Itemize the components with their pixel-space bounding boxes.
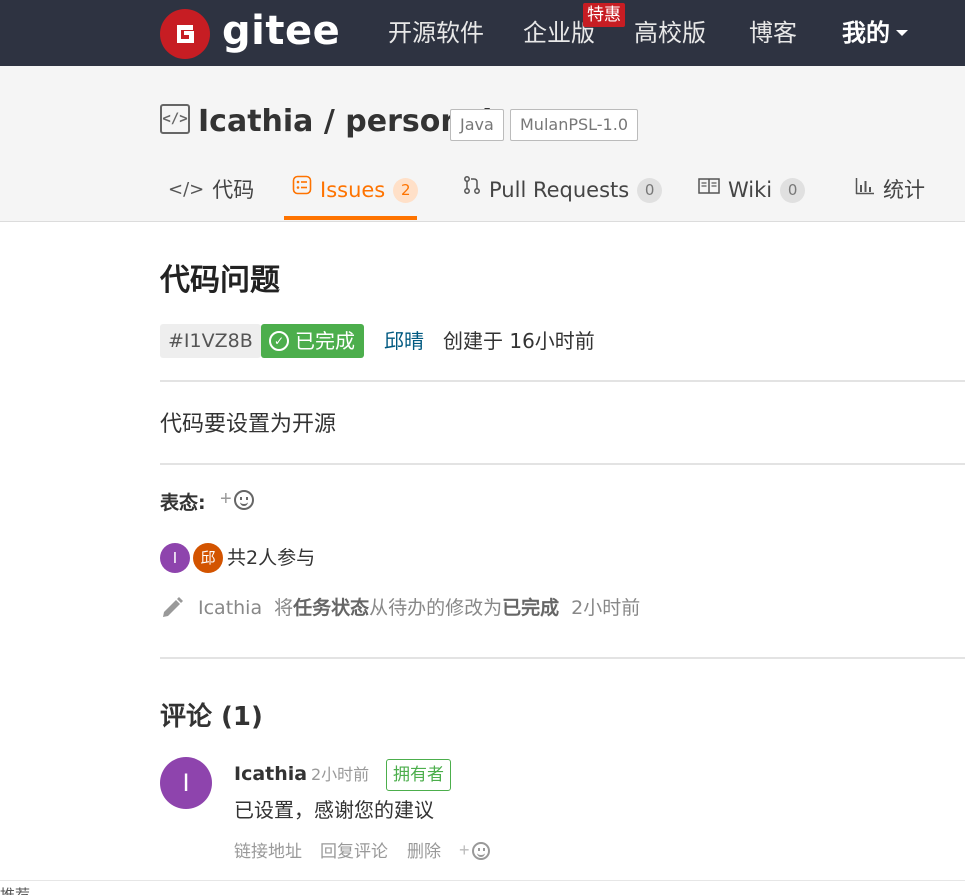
tab-pull-requests-label: Pull Requests <box>489 178 630 202</box>
issue-description: 代码要设置为开源 <box>160 412 337 437</box>
comment-author[interactable]: Icathia <box>234 760 307 788</box>
nav-mine-label: 我的 <box>842 19 890 47</box>
pencil-icon <box>163 597 183 617</box>
tab-stats[interactable]: 统计 <box>855 174 925 206</box>
activity-log-entry: Icathia 将任务状态从待办的修改为已完成 2小时前 <box>198 593 640 623</box>
divider <box>160 380 965 382</box>
comment-avatar[interactable]: I <box>160 757 212 809</box>
tab-issues-label: Issues <box>320 178 386 202</box>
divider <box>160 463 965 465</box>
tab-code-label: 代码 <box>212 178 255 202</box>
issue-title: 代码问题 <box>160 263 280 298</box>
activity-new-value: 已完成 <box>502 597 560 619</box>
repo-title[interactable]: Icathia / personal <box>198 102 492 142</box>
activity-time: 2小时前 <box>571 597 641 619</box>
activity-user[interactable]: Icathia <box>198 597 262 619</box>
active-tab-indicator <box>284 216 417 220</box>
smile-icon <box>471 841 490 860</box>
issues-count-badge: 2 <box>393 177 419 203</box>
comment-body: 已设置，感谢您的建议 <box>234 798 434 822</box>
smile-icon <box>233 489 254 510</box>
bar-chart-icon <box>855 174 875 206</box>
activity-middle: 从待办的修改为 <box>369 597 503 619</box>
issue-id: #I1VZ8B <box>160 324 261 358</box>
issue-author-link[interactable]: 邱晴 <box>384 326 424 356</box>
gitee-logo[interactable]: gitee <box>160 9 340 59</box>
comment-link-button[interactable]: 链接地址 <box>234 838 302 866</box>
promo-badge: 特惠 <box>583 3 625 27</box>
activity-field: 任务状态 <box>293 597 370 619</box>
code-icon: </> <box>168 179 205 200</box>
tab-pull-requests[interactable]: Pull Requests 0 <box>463 174 663 206</box>
activity-prefix: 将 <box>274 597 294 619</box>
plus-icon: + <box>220 488 232 510</box>
issue-status-badge[interactable]: ✓ 已完成 <box>261 324 364 358</box>
footer-cut-text: 推荐 <box>0 886 31 895</box>
comment-add-reaction-button[interactable]: + <box>459 840 490 861</box>
nav-mine-dropdown[interactable]: 我的 <box>842 16 908 50</box>
divider <box>160 657 965 659</box>
book-icon <box>698 174 720 206</box>
caret-down-icon <box>896 30 908 36</box>
repo-code-icon: </> <box>160 104 190 134</box>
divider <box>0 880 965 881</box>
comment-delete-button[interactable]: 删除 <box>407 838 441 866</box>
participant-avatar[interactable]: I <box>160 543 190 573</box>
nav-blog[interactable]: 博客 <box>749 16 797 50</box>
tab-wiki-label: Wiki <box>728 178 773 202</box>
nav-open-source[interactable]: 开源软件 <box>388 16 484 50</box>
participant-avatar[interactable]: 邱 <box>193 543 223 573</box>
check-circle-icon: ✓ <box>269 331 289 351</box>
top-nav-bar: gitee 开源软件 企业版 特惠 高校版 博客 我的 <box>0 0 965 66</box>
tab-stats-label: 统计 <box>883 178 925 202</box>
tab-wiki[interactable]: Wiki 0 <box>698 174 806 206</box>
plus-icon: + <box>459 840 470 860</box>
gitee-logo-icon <box>160 9 210 59</box>
comments-title: 评论 (1) <box>160 702 263 732</box>
reactions-label: 表态: <box>160 492 206 514</box>
participants-count: 共2人参与 <box>227 547 316 569</box>
tab-issues[interactable]: Issues 2 <box>292 174 419 206</box>
pull-request-icon <box>463 174 481 206</box>
brand-name: gitee <box>222 8 341 54</box>
add-reaction-button[interactable]: + <box>220 488 254 511</box>
owner-badge: 拥有者 <box>386 759 451 791</box>
issues-icon <box>292 174 312 206</box>
comment-time[interactable]: 2小时前 <box>311 763 369 787</box>
tab-code[interactable]: </> 代码 <box>168 174 254 206</box>
nav-education[interactable]: 高校版 <box>634 16 706 50</box>
comment-reply-button[interactable]: 回复评论 <box>320 838 388 866</box>
issue-created-time: 创建于 16小时前 <box>443 329 595 353</box>
issue-status-label: 已完成 <box>295 329 355 353</box>
license-tag[interactable]: MulanPSL-1.0 <box>510 109 638 141</box>
wiki-count-badge: 0 <box>780 177 806 203</box>
pull-requests-count-badge: 0 <box>637 177 663 203</box>
language-tag[interactable]: Java <box>450 109 504 141</box>
